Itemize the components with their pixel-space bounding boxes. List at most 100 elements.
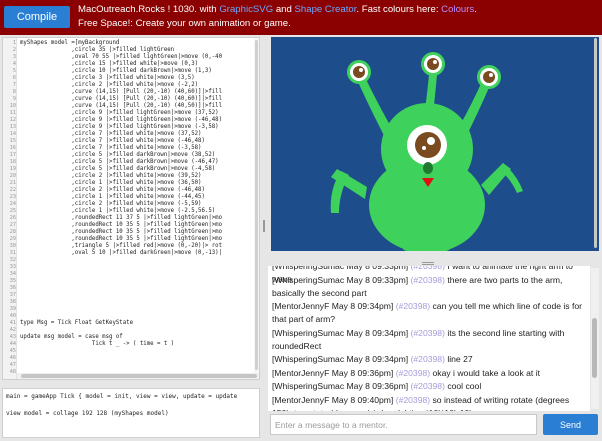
banner: MacOutreach.Rocks ! 1030. with GraphicSV… [78,3,477,30]
line-number: 43 [9,334,16,340]
line-number: 25 [9,208,16,214]
editor-vertical-scrollbar[interactable] [254,38,259,374]
chat-text: cool cool [444,381,482,391]
code-line: ,circle 1 |>filled white|>move (36,50) [20,180,202,186]
code-line: ,circle 2 |>filled white|>move (-46,48) [20,187,205,193]
editor-horizontal-scroll-thumb[interactable] [21,374,257,378]
chat-thread-id[interactable]: (#20398) [411,266,445,271]
line-number: 30 [9,243,16,249]
canvas-scrollbar[interactable] [593,38,598,248]
main-code-pane[interactable]: main = gameApp Tick { model = init, view… [2,388,260,438]
chat-thread-id[interactable]: (#20398) [411,354,445,364]
line-number: 26 [9,215,16,221]
line-number: 12 [9,117,16,123]
chat-user-timestamp: [WhisperingSumac May 8 09:33pm] [272,266,409,271]
line-number: 33 [9,264,16,270]
left-leg [402,217,415,251]
chat-user-timestamp: [MentorJennyF May 8 09:36pm] [272,367,394,378]
line-number: 34 [9,271,16,277]
code-line: ,circle 5 |>filled darkBrown|>move (-46,… [20,159,219,165]
code-line: ,circle 9 |>filled lightGreen|>move (-46… [20,117,223,123]
chat-message-input[interactable] [270,414,537,435]
colours-link[interactable]: Colours [441,4,474,15]
line-number: 39 [9,306,16,312]
line-number: 44 [9,341,16,347]
code-line: ,curve (14,15) [Pull (20,-10) (40,50)]|>… [20,103,223,109]
shape-creator-link[interactable]: Shape Creator [295,4,357,15]
compile-button[interactable]: Compile [4,6,70,28]
chat-scroll-thumb[interactable] [592,318,597,378]
line-number: 17 [9,152,16,158]
code-editor[interactable]: 1 2 3 4 5 6 7 8 9 10 11 12 13 14 15 16 17 18 19 20 21 22 23 24 2… [2,37,260,380]
line-number: 29 [9,236,16,242]
code-line: ,circle 7 |>filled white|>move (37,52) [20,131,202,137]
chat-scrollbar[interactable] [591,268,599,409]
line-number: 1 [12,40,16,46]
line-number: 11 [9,110,16,116]
code-line: ,triangle 5 |>filled red|>move (0,-20)|>… [20,243,223,249]
alien-drawing [271,37,599,251]
line-number: 3 [12,54,16,60]
chat-text: line 27 [444,354,473,364]
line-number: 7 [12,82,16,88]
code-line: view model = collage 192 128 (myShapes m… [6,410,169,417]
code-line: update msg model = case msg of [20,334,123,340]
chat-thread-id[interactable]: (#20398) [411,275,445,285]
chat-user-timestamp: [MentorJennyF May 8 09:40pm] [272,394,394,405]
editor-horizontal-scrollbar[interactable] [17,373,259,379]
line-number: 27 [9,222,16,228]
chat-thread-id[interactable]: (#20398) [396,368,430,378]
vertical-split-handle[interactable] [262,220,266,232]
line-number: 9 [12,96,16,102]
chat-thread-id[interactable]: (#20398) [411,328,445,338]
code-line: main = gameApp Tick { model = init, view… [6,393,238,400]
code-line: myShapes model =[myBackground [20,40,120,46]
chat-thread-id[interactable]: (#20398) [396,301,430,311]
line-number: 48 [9,369,16,375]
graphicsvg-link[interactable]: GraphicSVG [219,4,273,15]
code-line: Tick t _ -> ( time = t ) [20,341,175,347]
chat-user-timestamp: [WhisperingSumac May 8 09:33pm] [272,274,409,285]
code-line: ,circle 2 |>filled white|>move (-2,2) [20,82,199,88]
line-number: 14 [9,131,16,137]
line-number: 40 [9,313,16,319]
banner-text: . [474,4,477,15]
banner-text: and [273,4,295,15]
antenna-pupil-left [353,66,365,78]
chat-message: [MentorJennyF May 8 09:36pm] (#20398) ok… [272,367,590,380]
code-line: ,circle 5 |>filled darkBrown|>move (-4,5… [20,166,216,172]
chat-user-timestamp: [WhisperingSumac May 8 09:34pm] [272,327,409,338]
line-number: 41 [9,320,16,326]
line-number: 10 [9,103,16,109]
send-button[interactable]: Send [543,414,598,435]
code-line: ,circle 2 |>filled white|>move (39,52) [20,173,202,179]
code-line: ,circle 1 |>filled white|>move (-2.5,56.… [20,208,216,214]
main-eye-pupil [415,132,441,158]
line-number: 5 [12,68,16,74]
banner-text: MacOutreach.Rocks ! 1030. with [78,4,220,15]
line-number: 19 [9,166,16,172]
chat-message: [WhisperingSumac May 8 09:36pm] (#20398)… [272,380,590,393]
line-number: 21 [9,180,16,186]
code-line: ,curve (14,15) [Pull (20,-10) (40,60)]|>… [20,89,223,95]
banner-line-2: Free Space!: Create your own animation o… [78,17,291,29]
chat-message: [WhisperingSumac May 8 09:33pm] (#20398)… [272,274,590,301]
code-line: ,circle 2 |>filled white|>move (-5,59) [20,201,202,207]
chat-thread-id[interactable]: (#20398) [396,395,430,405]
chat-thread-id[interactable]: (#20398) [411,381,445,391]
code-line: ,circle 9 |>filled lightGreen|>move (-3,… [20,124,219,130]
output-canvas [271,37,599,251]
line-number: 8 [12,89,16,95]
code-line: ,circle 3 |>filled white|>move (3,5) [20,75,195,81]
code-line: ,circle 7 |>filled white|>move (-46,48) [20,138,205,144]
banner-line-1: MacOutreach.Rocks ! 1030. with GraphicSV… [78,3,477,17]
line-number: 28 [9,229,16,235]
horizontal-split-handle[interactable] [422,262,434,265]
editor-vertical-scroll-thumb[interactable] [255,40,258,370]
line-number: 47 [9,362,16,368]
line-number: 4 [12,61,16,67]
code-line: ,roundedRect 10 35 5 |>filled lightGreen… [20,236,223,242]
line-number: 36 [9,285,16,291]
antenna-pupil-right [483,71,495,83]
chat-user-timestamp: [MentorJennyF May 8 09:34pm] [272,301,394,311]
